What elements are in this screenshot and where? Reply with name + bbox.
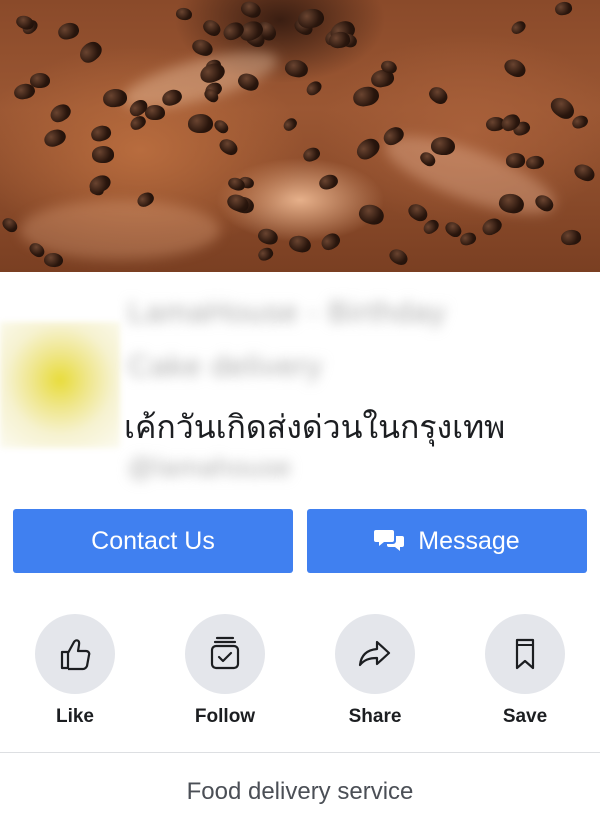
message-icon — [374, 530, 405, 551]
chocolate-chip — [405, 200, 431, 224]
chocolate-chip — [42, 126, 69, 150]
chocolate-chip — [318, 230, 343, 253]
page-username-blurred: @lamahouse — [128, 452, 292, 482]
share-label: Share — [348, 706, 402, 727]
thumbs-up-icon — [60, 639, 91, 671]
chocolate-chip — [216, 136, 241, 159]
divider — [0, 752, 600, 753]
page-name-blurred-line2: Cake delivery — [128, 350, 323, 383]
follow-icon — [210, 636, 240, 670]
chocolate-chip — [353, 135, 384, 164]
chocolate-chip — [300, 145, 322, 164]
chocolate-chip — [127, 113, 148, 133]
save-action[interactable]: Save — [465, 614, 585, 728]
contact-us-label: Contact Us — [91, 526, 215, 555]
chocolate-chip — [505, 152, 526, 168]
follow-action[interactable]: Follow — [165, 614, 285, 728]
chocolate-chip — [200, 16, 224, 39]
share-action[interactable]: Share — [315, 614, 435, 728]
bookmark-icon — [515, 638, 535, 670]
like-action[interactable]: Like — [15, 614, 135, 728]
share-button[interactable] — [335, 614, 415, 694]
chocolate-chip — [284, 57, 310, 79]
message-label: Message — [418, 526, 520, 555]
chocolate-chip — [560, 229, 582, 247]
chocolate-chip — [255, 245, 275, 263]
chocolate-chip — [525, 154, 545, 171]
chocolate-chip — [297, 7, 326, 31]
chocolate-chip — [570, 113, 590, 131]
chocolate-chip — [430, 136, 456, 156]
chocolate-chip — [212, 118, 231, 136]
chocolate-chip — [304, 78, 325, 98]
chocolate-chip — [317, 172, 340, 192]
chocolate-chip — [553, 0, 573, 17]
follow-label: Follow — [194, 706, 256, 727]
share-icon — [358, 640, 391, 667]
chocolate-chip — [30, 72, 51, 88]
chocolate-chip — [43, 252, 64, 269]
cover-photo[interactable] — [0, 0, 600, 272]
page-category: Food delivery service — [186, 778, 414, 805]
chocolate-chip — [76, 37, 106, 66]
save-label: Save — [502, 706, 548, 727]
chocolate-chip — [386, 245, 411, 269]
chocolate-chip — [55, 20, 81, 42]
follow-button[interactable] — [185, 614, 265, 694]
chocolate-chip — [479, 215, 505, 239]
chocolate-chip — [89, 123, 112, 143]
chocolate-chip — [426, 83, 451, 107]
chocolate-chip — [509, 18, 528, 36]
chocolate-chip — [175, 6, 194, 21]
chocolate-chip — [47, 100, 75, 126]
chocolate-chip — [280, 115, 299, 133]
page-name-blurred: LamaHouse - Birthday — [128, 296, 447, 329]
chocolate-chip — [0, 215, 20, 235]
chocolate-chip — [287, 233, 313, 255]
like-label: Like — [55, 706, 95, 727]
chocolate-chip — [458, 230, 478, 247]
profile-picture[interactable] — [0, 322, 120, 448]
chocolate-chip — [501, 55, 529, 81]
chocolate-chip — [145, 104, 166, 120]
chocolate-chip — [238, 0, 263, 20]
chocolate-chip — [102, 88, 129, 109]
chocolate-chip — [188, 113, 214, 134]
message-button[interactable]: Message — [307, 509, 587, 573]
like-button[interactable] — [35, 614, 115, 694]
chocolate-chip — [571, 161, 598, 185]
chocolate-chip — [255, 226, 280, 248]
contact-us-button[interactable]: Contact Us — [13, 509, 293, 573]
chocolate-chip — [356, 202, 387, 228]
chocolate-chip — [351, 84, 381, 109]
save-button[interactable] — [485, 614, 565, 694]
page-subtitle: เค้กวันเกิดส่งด่วนในกรุงเทพ — [124, 408, 506, 446]
chocolate-chip — [91, 145, 114, 163]
chocolate-chip — [189, 36, 215, 59]
